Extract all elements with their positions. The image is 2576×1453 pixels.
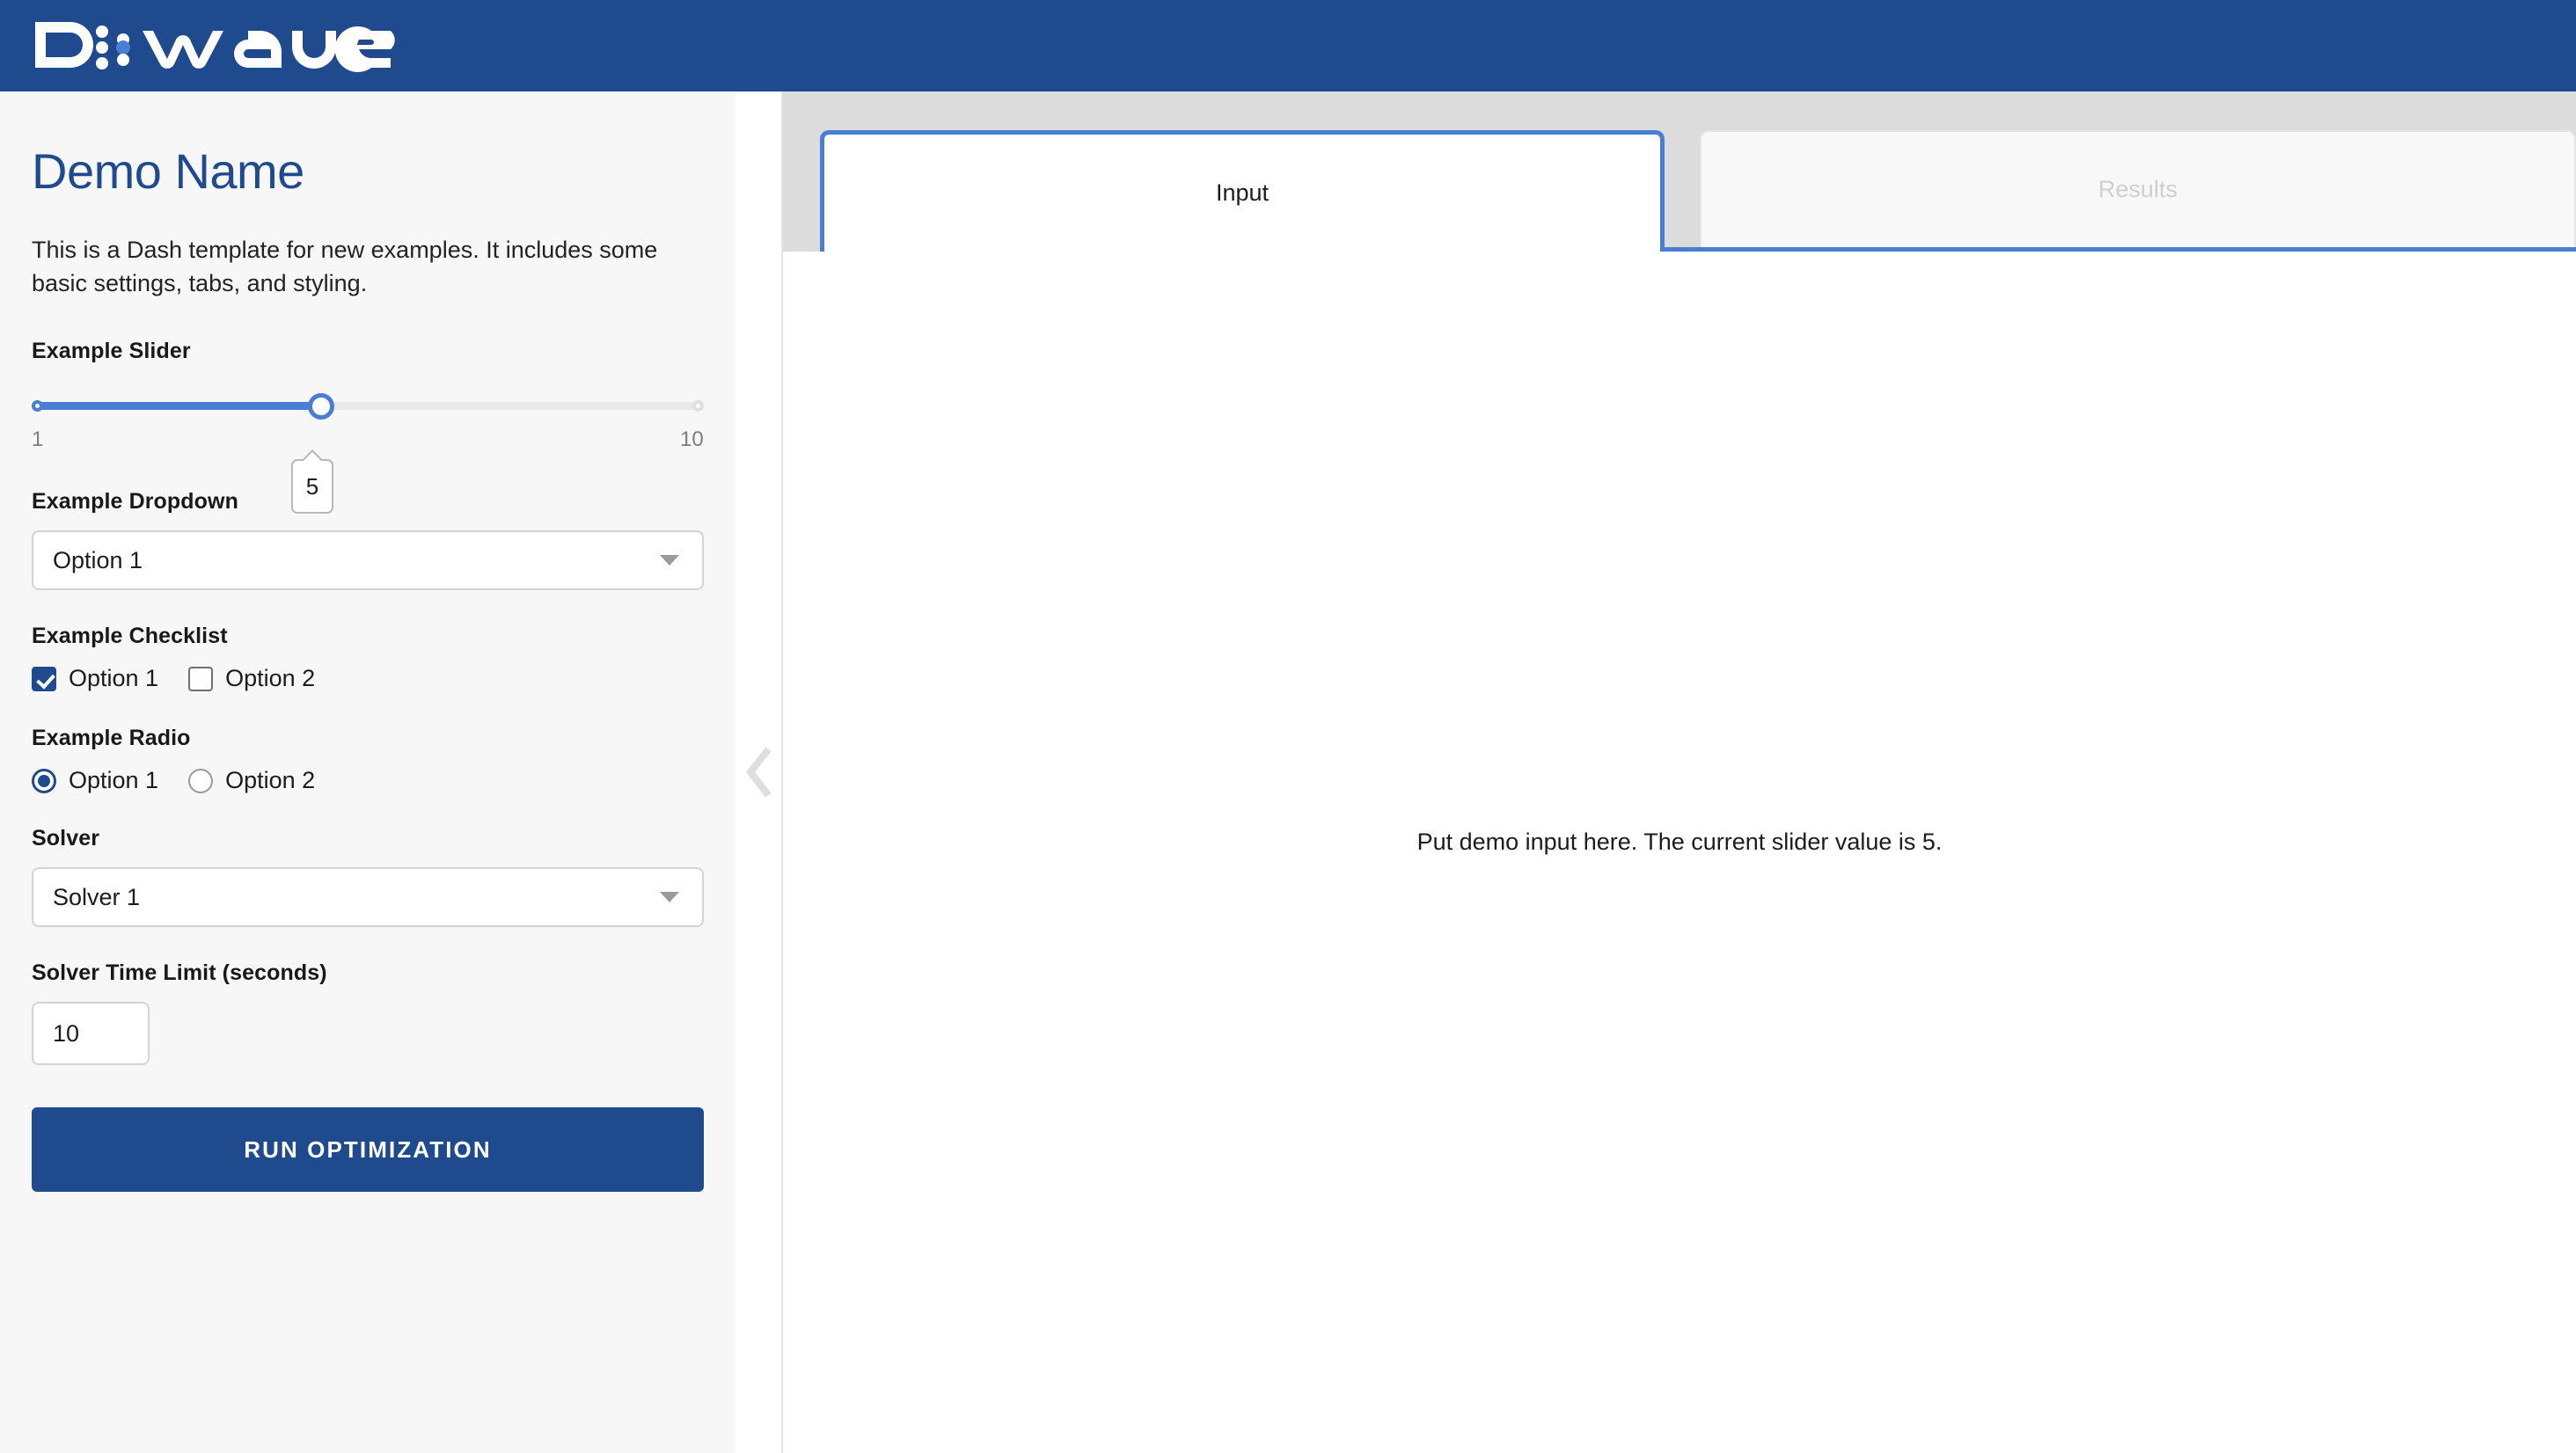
example-dropdown-group: Example Dropdown Option 1 [32, 489, 704, 591]
slider-label: Example Slider [32, 339, 191, 364]
tab-bar: Input Results [783, 91, 2576, 252]
radio-item-option-1[interactable]: Option 1 [32, 767, 158, 794]
radio-icon[interactable] [32, 768, 56, 793]
page-body: Demo Name This is a Dash template for ne… [0, 91, 2576, 1453]
checkbox-icon[interactable] [188, 666, 214, 691]
tab-results[interactable]: Results [1700, 130, 2576, 252]
example-dropdown-label: Example Dropdown [32, 489, 238, 515]
slider-mark-max[interactable] [692, 400, 704, 413]
solver-group: Solver Solver 1 [32, 826, 704, 928]
tab-content-input: Put demo input here. The current slider … [783, 252, 2576, 1453]
slider-track-fill [32, 402, 322, 411]
checklist-item-option-1[interactable]: Option 1 [32, 665, 158, 692]
slider-min-label: 1 [32, 427, 44, 452]
solver-time-limit-input[interactable]: 10 [32, 1002, 150, 1066]
chevron-left-icon [745, 747, 772, 798]
slider-max-label: 10 [680, 427, 704, 452]
solver-dropdown-value: Solver 1 [53, 883, 141, 910]
page-title: Demo Name [32, 143, 304, 199]
page-description: This is a Dash template for new examples… [32, 236, 658, 297]
solver-time-limit-group: Solver Time Limit (seconds) 10 [32, 960, 704, 1066]
slider-group: Example Slider 1 10 5 [32, 339, 704, 515]
example-checklist: Option 1 Option 2 [32, 665, 704, 692]
run-optimization-button[interactable]: RUN OPTIMIZATION [32, 1107, 704, 1193]
solver-time-limit-label: Solver Time Limit (seconds) [32, 960, 327, 986]
slider-marks: 1 10 5 [32, 427, 704, 515]
chevron-down-icon [660, 892, 679, 903]
demo-input-placeholder-text: Put demo input here. The current slider … [1416, 828, 1943, 855]
example-radio: Option 1 Option 2 [32, 767, 704, 794]
example-checklist-label: Example Checklist [32, 624, 228, 649]
sidebar-collapse-handle[interactable] [735, 91, 781, 1453]
slider-mark-min[interactable] [32, 400, 43, 413]
checkbox-icon[interactable] [32, 666, 56, 691]
example-checklist-group: Example Checklist Option 1 Option 2 [32, 624, 704, 692]
main-panel: Input Results Put demo input here. The c… [783, 91, 2576, 1453]
dwave-logo [32, 18, 401, 73]
top-brand-bar [0, 0, 2576, 91]
tab-input[interactable]: Input [820, 130, 1665, 252]
example-radio-group: Example Radio Option 1 Option 2 [32, 726, 704, 794]
example-slider[interactable] [32, 391, 704, 420]
example-dropdown-value: Option 1 [53, 546, 143, 573]
slider-value-tooltip: 5 [291, 459, 333, 515]
checklist-item-label: Option 1 [69, 665, 159, 692]
solver-label: Solver [32, 826, 100, 851]
example-radio-label: Example Radio [32, 726, 191, 751]
settings-sidebar: Demo Name This is a Dash template for ne… [0, 91, 735, 1453]
radio-item-label: Option 2 [225, 767, 316, 794]
radio-item-label: Option 1 [69, 767, 159, 794]
example-dropdown[interactable]: Option 1 [32, 530, 704, 591]
checklist-item-label: Option 2 [225, 665, 316, 692]
radio-icon[interactable] [188, 768, 214, 793]
chevron-down-icon [660, 555, 679, 566]
checklist-item-option-2[interactable]: Option 2 [188, 665, 315, 692]
solver-dropdown[interactable]: Solver 1 [32, 867, 704, 928]
tab-active-underline [1665, 247, 2576, 252]
radio-item-option-2[interactable]: Option 2 [188, 767, 315, 794]
slider-handle[interactable] [308, 393, 334, 420]
